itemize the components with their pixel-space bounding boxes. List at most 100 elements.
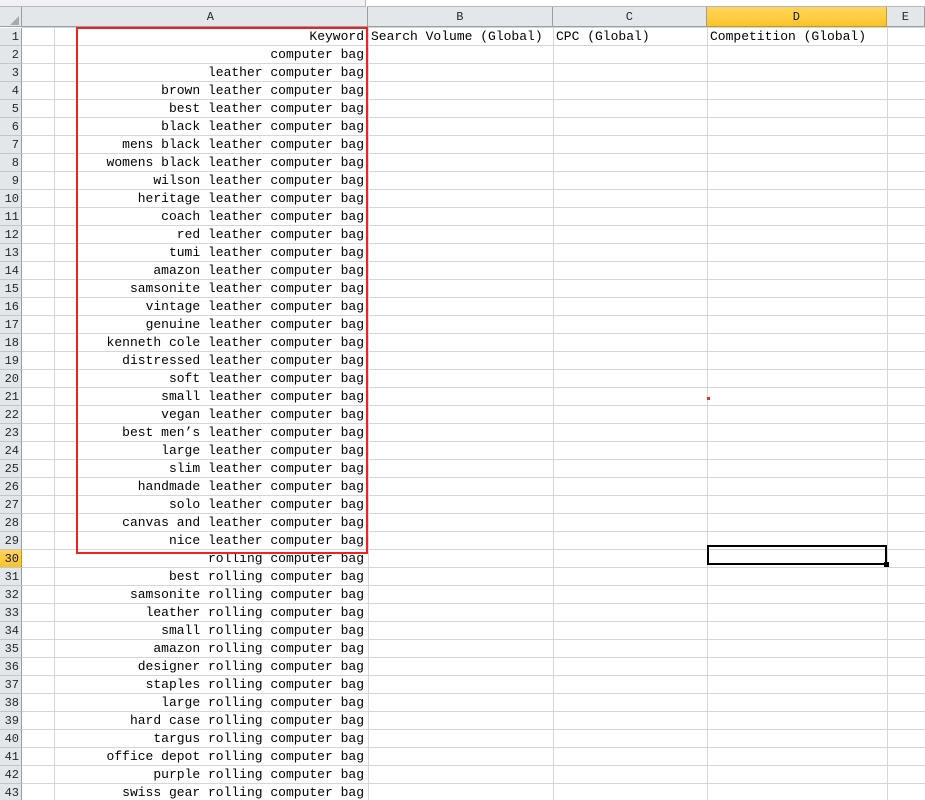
column-header-e[interactable]: E bbox=[887, 7, 925, 27]
cell-a31[interactable]: best rolling computer bag bbox=[56, 568, 364, 586]
cell-a5[interactable]: best leather computer bag bbox=[56, 100, 364, 118]
cell-a16[interactable]: vintage leather computer bag bbox=[56, 298, 364, 316]
row-header-28[interactable]: 28 bbox=[0, 514, 22, 532]
row-header-14[interactable]: 14 bbox=[0, 262, 22, 280]
cell-a7[interactable]: mens black leather computer bag bbox=[56, 136, 364, 154]
cell-a40[interactable]: targus rolling computer bag bbox=[56, 730, 364, 748]
cell-a15[interactable]: samsonite leather computer bag bbox=[56, 280, 364, 298]
cell-a38[interactable]: large rolling computer bag bbox=[56, 694, 364, 712]
row-header-39[interactable]: 39 bbox=[0, 712, 22, 730]
row-header-6[interactable]: 6 bbox=[0, 118, 22, 136]
cell-a25[interactable]: slim leather computer bag bbox=[56, 460, 364, 478]
cell-a41[interactable]: office depot rolling computer bag bbox=[56, 748, 364, 766]
row-header-25[interactable]: 25 bbox=[0, 460, 22, 478]
cell-a42[interactable]: purple rolling computer bag bbox=[56, 766, 364, 784]
row-header-12[interactable]: 12 bbox=[0, 226, 22, 244]
row-header-20[interactable]: 20 bbox=[0, 370, 22, 388]
row-header-23[interactable]: 23 bbox=[0, 424, 22, 442]
row-header-37[interactable]: 37 bbox=[0, 676, 22, 694]
row-header-42[interactable]: 42 bbox=[0, 766, 22, 784]
cell-a3[interactable]: leather computer bag bbox=[56, 64, 364, 82]
active-cell-outline[interactable] bbox=[707, 545, 887, 565]
cell-a22[interactable]: vegan leather computer bag bbox=[56, 406, 364, 424]
cell-a28[interactable]: canvas and leather computer bag bbox=[56, 514, 364, 532]
row-header-19[interactable]: 19 bbox=[0, 352, 22, 370]
row-header-5[interactable]: 5 bbox=[0, 100, 22, 118]
name-box[interactable] bbox=[0, 0, 366, 7]
cell-a20[interactable]: soft leather computer bag bbox=[56, 370, 364, 388]
cell-a17[interactable]: genuine leather computer bag bbox=[56, 316, 364, 334]
row-header-41[interactable]: 41 bbox=[0, 748, 22, 766]
row-header-16[interactable]: 16 bbox=[0, 298, 22, 316]
row-header-24[interactable]: 24 bbox=[0, 442, 22, 460]
cell-a43[interactable]: swiss gear rolling computer bag bbox=[56, 784, 364, 800]
row-header-30[interactable]: 30 bbox=[0, 550, 22, 568]
column-header-b[interactable]: B bbox=[368, 7, 553, 27]
cell-a21[interactable]: small leather computer bag bbox=[56, 388, 364, 406]
cell-a11[interactable]: coach leather computer bag bbox=[56, 208, 364, 226]
cell-a32[interactable]: samsonite rolling computer bag bbox=[56, 586, 364, 604]
cell-a39[interactable]: hard case rolling computer bag bbox=[56, 712, 364, 730]
row-header-8[interactable]: 8 bbox=[0, 154, 22, 172]
column-header-a[interactable]: A bbox=[54, 7, 368, 27]
grid-surface[interactable]: Keywordcomputer bagleather computer bagb… bbox=[22, 27, 925, 800]
cell-a2[interactable]: computer bag bbox=[56, 46, 364, 64]
row-header-18[interactable]: 18 bbox=[0, 334, 22, 352]
row-header-1[interactable]: 1 bbox=[0, 28, 22, 46]
row-header-7[interactable]: 7 bbox=[0, 136, 22, 154]
row-header-3[interactable]: 3 bbox=[0, 64, 22, 82]
row-header-10[interactable]: 10 bbox=[0, 190, 22, 208]
cell-a14[interactable]: amazon leather computer bag bbox=[56, 262, 364, 280]
cell-a10[interactable]: heritage leather computer bag bbox=[56, 190, 364, 208]
cell-a23[interactable]: best men’s leather computer bag bbox=[56, 424, 364, 442]
row-header-43[interactable]: 43 bbox=[0, 784, 22, 800]
cell-a26[interactable]: handmade leather computer bag bbox=[56, 478, 364, 496]
row-header-15[interactable]: 15 bbox=[0, 280, 22, 298]
cell-a9[interactable]: wilson leather computer bag bbox=[56, 172, 364, 190]
row-header-33[interactable]: 33 bbox=[0, 604, 22, 622]
row-header-40[interactable]: 40 bbox=[0, 730, 22, 748]
row-header-38[interactable]: 38 bbox=[0, 694, 22, 712]
row-header-13[interactable]: 13 bbox=[0, 244, 22, 262]
fill-handle[interactable] bbox=[884, 562, 889, 567]
cell-a4[interactable]: brown leather computer bag bbox=[56, 82, 364, 100]
cell-a34[interactable]: small rolling computer bag bbox=[56, 622, 364, 640]
row-header-31[interactable]: 31 bbox=[0, 568, 22, 586]
cell-a19[interactable]: distressed leather computer bag bbox=[56, 352, 364, 370]
cell-a12[interactable]: red leather computer bag bbox=[56, 226, 364, 244]
row-header-11[interactable]: 11 bbox=[0, 208, 22, 226]
cell-a36[interactable]: designer rolling computer bag bbox=[56, 658, 364, 676]
formula-bar-input[interactable] bbox=[367, 0, 925, 7]
row-header-17[interactable]: 17 bbox=[0, 316, 22, 334]
row-header-2[interactable]: 2 bbox=[0, 46, 22, 64]
row-header-36[interactable]: 36 bbox=[0, 658, 22, 676]
row-header-34[interactable]: 34 bbox=[0, 622, 22, 640]
cell-a1[interactable]: Keyword bbox=[56, 28, 364, 46]
row-header-21[interactable]: 21 bbox=[0, 388, 22, 406]
cell-a24[interactable]: large leather computer bag bbox=[56, 442, 364, 460]
cell-a13[interactable]: tumi leather computer bag bbox=[56, 244, 364, 262]
cell-a6[interactable]: black leather computer bag bbox=[56, 118, 364, 136]
cell-a8[interactable]: womens black leather computer bag bbox=[56, 154, 364, 172]
row-header-26[interactable]: 26 bbox=[0, 478, 22, 496]
cell-a27[interactable]: solo leather computer bag bbox=[56, 496, 364, 514]
cell-a30[interactable]: rolling computer bag bbox=[56, 550, 364, 568]
cell-a37[interactable]: staples rolling computer bag bbox=[56, 676, 364, 694]
row-header-4[interactable]: 4 bbox=[0, 82, 22, 100]
row-header-35[interactable]: 35 bbox=[0, 640, 22, 658]
row-header-27[interactable]: 27 bbox=[0, 496, 22, 514]
cell-a35[interactable]: amazon rolling computer bag bbox=[56, 640, 364, 658]
row-header-32[interactable]: 32 bbox=[0, 586, 22, 604]
row-header-22[interactable]: 22 bbox=[0, 406, 22, 424]
cell-a18[interactable]: kenneth cole leather computer bag bbox=[56, 334, 364, 352]
select-all-corner[interactable] bbox=[0, 7, 22, 27]
cell-b1[interactable]: Search Volume (Global) bbox=[371, 28, 550, 46]
row-header-9[interactable]: 9 bbox=[0, 172, 22, 190]
cell-d1[interactable]: Competition (Global) bbox=[710, 28, 884, 46]
column-header-c[interactable]: C bbox=[553, 7, 707, 27]
column-header-d[interactable]: D bbox=[707, 7, 887, 27]
row-header-29[interactable]: 29 bbox=[0, 532, 22, 550]
cell-c1[interactable]: CPC (Global) bbox=[556, 28, 704, 46]
cell-a33[interactable]: leather rolling computer bag bbox=[56, 604, 364, 622]
cell-a29[interactable]: nice leather computer bag bbox=[56, 532, 364, 550]
